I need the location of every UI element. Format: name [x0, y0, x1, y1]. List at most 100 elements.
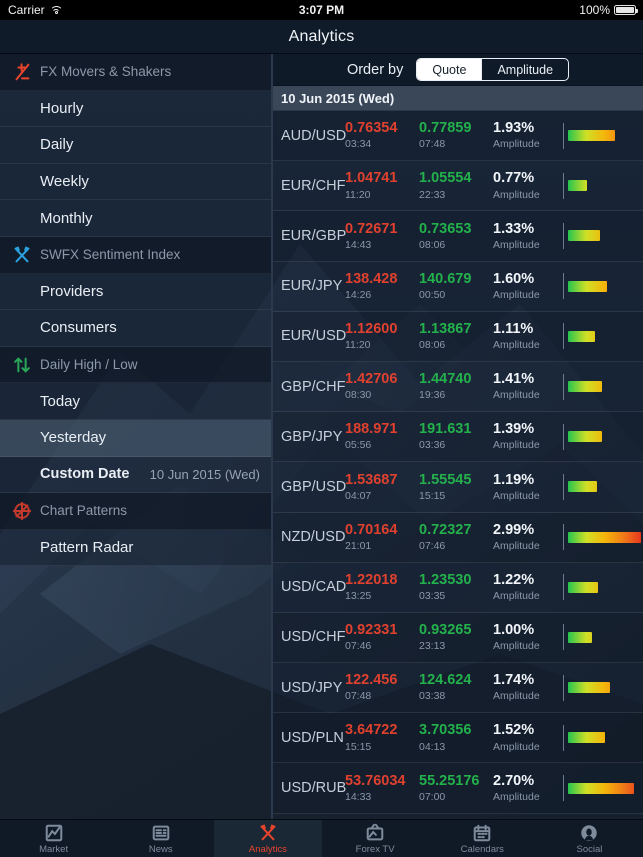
amplitude-caption: Amplitude — [493, 288, 540, 301]
sidebar-group-0: FX Movers & Shakers — [0, 54, 271, 91]
high-price-value: 191.631 — [419, 421, 472, 438]
order-by-bar: Order by Quote Amplitude — [273, 54, 643, 86]
low-price-cell: 3.64722 15:15 — [345, 721, 419, 754]
high-price-cell: 1.23530 03:35 — [419, 571, 493, 604]
low-price-time: 14:26 — [345, 288, 372, 301]
amplitude-percent: 0.77% — [493, 170, 535, 187]
sidebar-item-custom-date[interactable]: Custom Date 10 Jun 2015 (Wed) — [0, 456, 271, 494]
table-row[interactable]: USD/CHF 0.92331 07:46 0.93265 23:13 1.00% Ampl… — [273, 612, 643, 664]
high-price-cell: 1.13867 08:06 — [419, 320, 493, 353]
tab-news[interactable]: News — [107, 820, 214, 857]
amplitude-caption: Amplitude — [493, 489, 540, 502]
order-by-segmented-control[interactable]: Quote Amplitude — [416, 58, 570, 81]
amplitude-bar-tick — [563, 273, 564, 300]
amplitude-bar-fill — [568, 581, 598, 593]
high-price-time: 00:50 — [419, 288, 446, 301]
sidebar-item-hourly[interactable]: Hourly — [0, 90, 271, 128]
table-row[interactable]: USD/CAD 1.22018 13:25 1.23530 03:35 1.22% Ampl… — [273, 562, 643, 613]
sidebar-item-yesterday[interactable]: Yesterday — [0, 419, 271, 457]
low-price-time: 14:33 — [345, 790, 372, 803]
amplitude-bar-fill — [568, 280, 607, 292]
high-price-time: 04:13 — [419, 740, 446, 753]
up-down-arrows-icon — [14, 356, 30, 373]
sidebar-divider — [271, 54, 273, 819]
low-price-time: 15:15 — [345, 740, 372, 753]
tab-analytics[interactable]: Analytics — [214, 820, 322, 857]
status-bar-right: 100% — [579, 3, 638, 17]
amplitude-cell: 1.33% Amplitude — [493, 220, 563, 253]
crossed-tools-icon — [14, 246, 30, 263]
television-icon — [365, 823, 385, 843]
table-row[interactable]: EUR/USD 1.12600 11:20 1.13867 08:06 1.11% Ampl… — [273, 311, 643, 362]
amplitude-caption: Amplitude — [493, 138, 540, 151]
currency-pair-label: USD/PLN — [281, 729, 344, 746]
amplitude-bar-fill — [568, 732, 605, 744]
amplitude-cell: 1.11% Amplitude — [493, 320, 563, 353]
low-price-value: 0.70164 — [345, 521, 398, 538]
table-row[interactable]: GBP/CHF 1.42706 08:30 1.44740 19:36 1.41% Ampl… — [273, 361, 643, 413]
sidebar-group-3: Chart Patterns — [0, 493, 271, 530]
amplitude-bar-tick — [563, 674, 564, 701]
amplitude-bar-cell — [563, 312, 643, 361]
high-price-time: 19:36 — [419, 389, 446, 402]
calendar-icon — [473, 824, 491, 841]
tab-forex-tv[interactable]: Forex TV — [322, 820, 429, 857]
sidebar-item-monthly[interactable]: Monthly — [0, 200, 271, 237]
table-row[interactable]: NZD/USD 0.70164 21:01 0.72327 07:46 2.99% Ampl… — [273, 512, 643, 563]
amplitude-percent: 1.93% — [493, 120, 535, 137]
amplitude-caption: Amplitude — [493, 439, 540, 452]
amplitude-bar-fill — [568, 481, 597, 493]
amplitude-bar-fill — [568, 230, 600, 242]
low-price-time: 11:20 — [345, 188, 371, 201]
high-price-cell: 55.25176 07:00 — [419, 772, 493, 805]
low-price-cell: 122.456 07:48 — [345, 671, 419, 704]
table-row[interactable]: EUR/JPY 138.428 14:26 140.679 00:50 1.60% Ampl… — [273, 261, 643, 312]
order-by-option-amplitude[interactable]: Amplitude — [481, 59, 568, 80]
amplitude-cell: 0.77% Amplitude — [493, 169, 563, 202]
tab-social[interactable]: Social — [536, 820, 643, 857]
person-icon — [581, 824, 598, 841]
low-price-value: 1.12600 — [345, 320, 398, 337]
low-price-time: 08:30 — [345, 389, 372, 402]
low-price-value: 188.971 — [345, 421, 398, 438]
tab-calendars[interactable]: Calendars — [429, 820, 536, 857]
high-price-value: 0.93265 — [419, 622, 472, 639]
sidebar-item-daily[interactable]: Daily — [0, 127, 271, 164]
sidebar-item-weekly[interactable]: Weekly — [0, 163, 271, 201]
high-price-value: 3.70356 — [419, 722, 472, 739]
amplitude-caption: Amplitude — [493, 790, 540, 803]
currency-pair-label: USD/CAD — [281, 579, 347, 596]
high-price-time: 03:36 — [419, 439, 446, 452]
amplitude-bar-fill — [568, 130, 615, 142]
television-icon — [366, 823, 384, 840]
table-row[interactable]: GBP/USD 1.53687 04:07 1.55545 15:15 1.19% Ampl… — [273, 462, 643, 513]
high-price-cell: 0.73653 08:06 — [419, 220, 493, 253]
order-by-option-quote[interactable]: Quote — [417, 59, 482, 80]
sidebar-item-pattern-radar[interactable]: Pattern Radar — [0, 529, 271, 567]
high-price-time: 03:35 — [419, 590, 446, 603]
sidebar-item-providers[interactable]: Providers — [0, 273, 271, 311]
table-row[interactable]: AUD/USD 0.76354 03:34 0.77859 07:48 1.93% Ampl… — [273, 111, 643, 162]
high-price-time: 22:33 — [419, 188, 446, 201]
sidebar-item-consumers[interactable]: Consumers — [0, 310, 271, 347]
amplitude-bar-tick — [563, 775, 564, 802]
table-row[interactable]: USD/RUB 53.76034 14:33 55.25176 07:00 2.70% Am… — [273, 763, 643, 814]
amplitude-percent: 1.39% — [493, 421, 535, 438]
amplitude-caption: Amplitude — [493, 389, 540, 402]
calendar-icon — [472, 823, 492, 843]
table-row[interactable]: EUR/CHF 1.04741 11:20 1.05554 22:33 0.77% Ampl… — [273, 161, 643, 212]
table-row[interactable]: EUR/GBP 0.72671 14:43 0.73653 08:06 1.33% Ampl… — [273, 211, 643, 262]
amplitude-percent: 1.33% — [493, 220, 535, 237]
currency-pair-label: USD/JPY — [281, 679, 343, 696]
low-price-value: 1.04741 — [345, 170, 398, 187]
plus-minus-icon — [15, 63, 30, 81]
amplitude-bar-cell — [563, 763, 643, 812]
newspaper-icon — [152, 825, 170, 840]
table-row[interactable]: GBP/JPY 188.971 05:56 191.631 03:36 1.39% Ampl… — [273, 412, 643, 463]
table-row[interactable]: USD/JPY 122.456 07:48 124.624 03:38 1.74% Ampl… — [273, 663, 643, 714]
sidebar-item-label: Today — [40, 392, 81, 410]
low-price-time: 07:46 — [345, 640, 372, 653]
sidebar-item-today[interactable]: Today — [0, 383, 271, 420]
table-row[interactable]: USD/PLN 3.64722 15:15 3.70356 04:13 1.52% Ampl… — [273, 713, 643, 764]
tab-market[interactable]: Market — [0, 820, 107, 857]
